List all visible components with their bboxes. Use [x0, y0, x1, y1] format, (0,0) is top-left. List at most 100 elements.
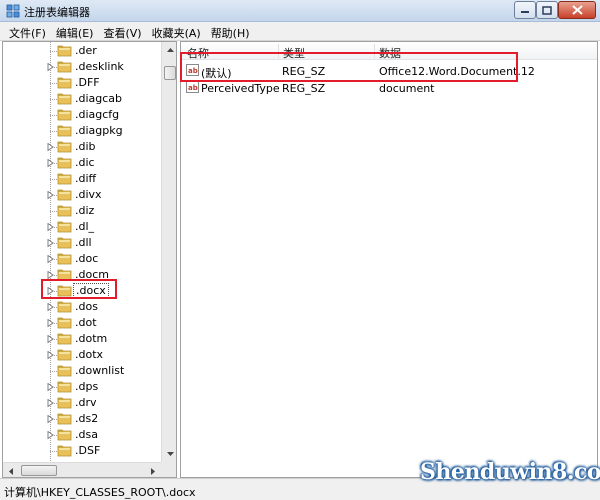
- registry-editor-icon: [6, 4, 20, 18]
- folder-icon: [57, 349, 72, 361]
- expand-arrow-icon[interactable]: [47, 223, 54, 231]
- expand-arrow-icon[interactable]: [47, 415, 54, 423]
- tree-item[interactable]: .docm: [3, 267, 163, 283]
- tree-horizontal-scrollbar[interactable]: [3, 462, 161, 477]
- expand-arrow-icon[interactable]: [47, 351, 54, 359]
- scroll-left-arrow[interactable]: [3, 463, 19, 477]
- expand-arrow-icon[interactable]: [47, 159, 54, 167]
- folder-icon: [57, 269, 72, 281]
- folder-icon: [57, 157, 72, 169]
- expand-arrow-icon[interactable]: [47, 431, 54, 439]
- folder-icon: [57, 109, 72, 121]
- tree-item-label: .drv: [75, 396, 97, 409]
- tree-item-label: .doc: [75, 252, 99, 265]
- tree-item[interactable]: .DFF: [3, 75, 163, 91]
- expand-arrow-icon[interactable]: [47, 239, 54, 247]
- value-row-default[interactable]: ab (默认) REG_SZ Office12.Word.Document.12: [181, 62, 597, 80]
- expand-arrow-icon[interactable]: [47, 255, 54, 263]
- tree-item-label: .diagpkg: [75, 124, 123, 137]
- tree-item-label: .dll: [75, 236, 92, 249]
- tree-item[interactable]: .dotx: [3, 347, 163, 363]
- values-pane[interactable]: 名称 类型 数据 ab (默认) REG_SZ Office12.Word.Do…: [180, 41, 598, 478]
- menu-file[interactable]: 文件(F): [4, 22, 51, 40]
- scroll-down-arrow[interactable]: [162, 446, 176, 462]
- expand-arrow-icon[interactable]: [47, 63, 54, 71]
- tree-item[interactable]: .diff: [3, 171, 163, 187]
- value-row-perceivedtype[interactable]: ab PerceivedType REG_SZ document: [181, 79, 597, 97]
- folder-icon: [57, 333, 72, 345]
- tree-item[interactable]: .dic: [3, 155, 163, 171]
- tree-item-label: .diagcab: [75, 92, 123, 105]
- tree-item[interactable]: .drv: [3, 395, 163, 411]
- folder-icon: [57, 317, 72, 329]
- tree-item-label: .diff: [75, 172, 97, 185]
- folder-icon: [57, 173, 72, 185]
- column-header-name[interactable]: 名称: [181, 42, 209, 60]
- folder-icon: [57, 93, 72, 105]
- tree-item[interactable]: .dll: [3, 235, 163, 251]
- folder-icon: [57, 429, 72, 441]
- expand-arrow-icon[interactable]: [47, 143, 54, 151]
- value-name: PerceivedType: [201, 82, 280, 95]
- arrow-right-icon: [151, 467, 155, 475]
- arrow-up-icon: [166, 48, 174, 52]
- folder-icon: [57, 189, 72, 201]
- expand-arrow-icon[interactable]: [47, 303, 54, 311]
- tree-item[interactable]: .dib: [3, 139, 163, 155]
- folder-icon: [57, 285, 72, 297]
- tree-item[interactable]: .dot: [3, 315, 163, 331]
- vertical-scroll-thumb[interactable]: [164, 66, 176, 80]
- menu-bar: 文件(F) 编辑(E) 查看(V) 收藏夹(A) 帮助(H): [0, 22, 600, 41]
- menu-favorites[interactable]: 收藏夹(A): [147, 22, 206, 40]
- tree-item[interactable]: .desklink: [3, 59, 163, 75]
- tree-item[interactable]: .diagcab: [3, 91, 163, 107]
- key-tree-pane[interactable]: .der .desklink .DFF .diagcab .diagcfg .diagpk…: [2, 41, 177, 478]
- tree-item-label: .dsa: [75, 428, 98, 441]
- expand-arrow-icon[interactable]: [47, 399, 54, 407]
- minimize-button[interactable]: [514, 1, 536, 19]
- tree-item-label: .docm: [75, 268, 109, 281]
- tree-item-label: .dps: [75, 380, 99, 393]
- tree-item-label: .dotx: [75, 348, 104, 361]
- tree-item[interactable]: .dsa: [3, 427, 163, 443]
- tree-item[interactable]: .DSF: [3, 443, 163, 459]
- string-value-icon: ab: [186, 81, 199, 93]
- menu-help[interactable]: 帮助(H): [206, 22, 255, 40]
- expand-arrow-icon[interactable]: [47, 335, 54, 343]
- scroll-right-arrow[interactable]: [145, 463, 161, 477]
- tree-item[interactable]: .doc: [3, 251, 163, 267]
- tree-item-label: .dl_: [75, 220, 95, 233]
- scroll-corner: [161, 462, 176, 477]
- folder-icon: [57, 301, 72, 313]
- expand-arrow-icon[interactable]: [47, 271, 54, 279]
- tree-item[interactable]: .ds2: [3, 411, 163, 427]
- menu-view[interactable]: 查看(V): [98, 22, 146, 40]
- expand-arrow-icon[interactable]: [47, 287, 54, 295]
- tree-item[interactable]: .dos: [3, 299, 163, 315]
- scroll-up-arrow[interactable]: [162, 42, 176, 58]
- folder-icon: [57, 205, 72, 217]
- tree-item[interactable]: .docx: [3, 283, 163, 299]
- tree-item[interactable]: .divx: [3, 187, 163, 203]
- menu-edit[interactable]: 编辑(E): [51, 22, 99, 40]
- column-header-data[interactable]: 数据: [373, 42, 401, 60]
- tree-item[interactable]: .dps: [3, 379, 163, 395]
- expand-arrow-icon[interactable]: [47, 319, 54, 327]
- arrow-left-icon: [9, 467, 13, 475]
- close-button[interactable]: [558, 1, 596, 19]
- horizontal-scroll-thumb[interactable]: [21, 465, 57, 476]
- maximize-button[interactable]: [536, 1, 558, 19]
- tree-item[interactable]: .dotm: [3, 331, 163, 347]
- tree-item[interactable]: .diagcfg: [3, 107, 163, 123]
- expand-arrow-icon[interactable]: [47, 383, 54, 391]
- column-header-type[interactable]: 类型: [277, 42, 305, 60]
- tree-item[interactable]: .downlist: [3, 363, 163, 379]
- tree-item[interactable]: .der: [3, 43, 163, 59]
- tree-item[interactable]: .dl_: [3, 219, 163, 235]
- tree-item[interactable]: .diagpkg: [3, 123, 163, 139]
- maximize-icon: [542, 5, 552, 15]
- tree-item[interactable]: .diz: [3, 203, 163, 219]
- tree-vertical-scrollbar[interactable]: [161, 42, 176, 462]
- expand-arrow-icon[interactable]: [47, 191, 54, 199]
- svg-text:ab: ab: [188, 84, 198, 92]
